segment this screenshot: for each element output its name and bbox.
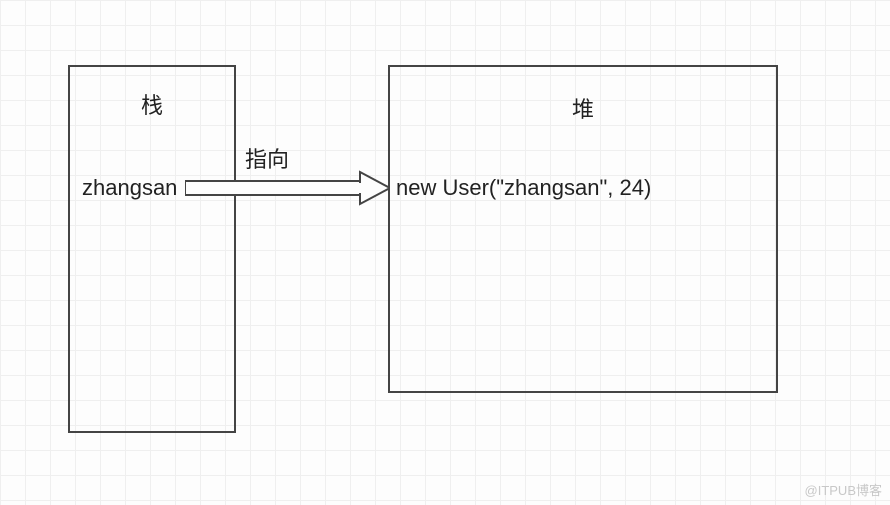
heap-object: new User("zhangsan", 24) <box>396 175 651 201</box>
stack-title: 栈 <box>68 88 236 120</box>
stack-variable: zhangsan <box>82 175 177 201</box>
stack-box <box>68 65 236 433</box>
pointer-arrow-icon <box>185 168 390 208</box>
heap-title: 堆 <box>388 92 778 124</box>
watermark: @ITPUB博客 <box>805 480 882 499</box>
